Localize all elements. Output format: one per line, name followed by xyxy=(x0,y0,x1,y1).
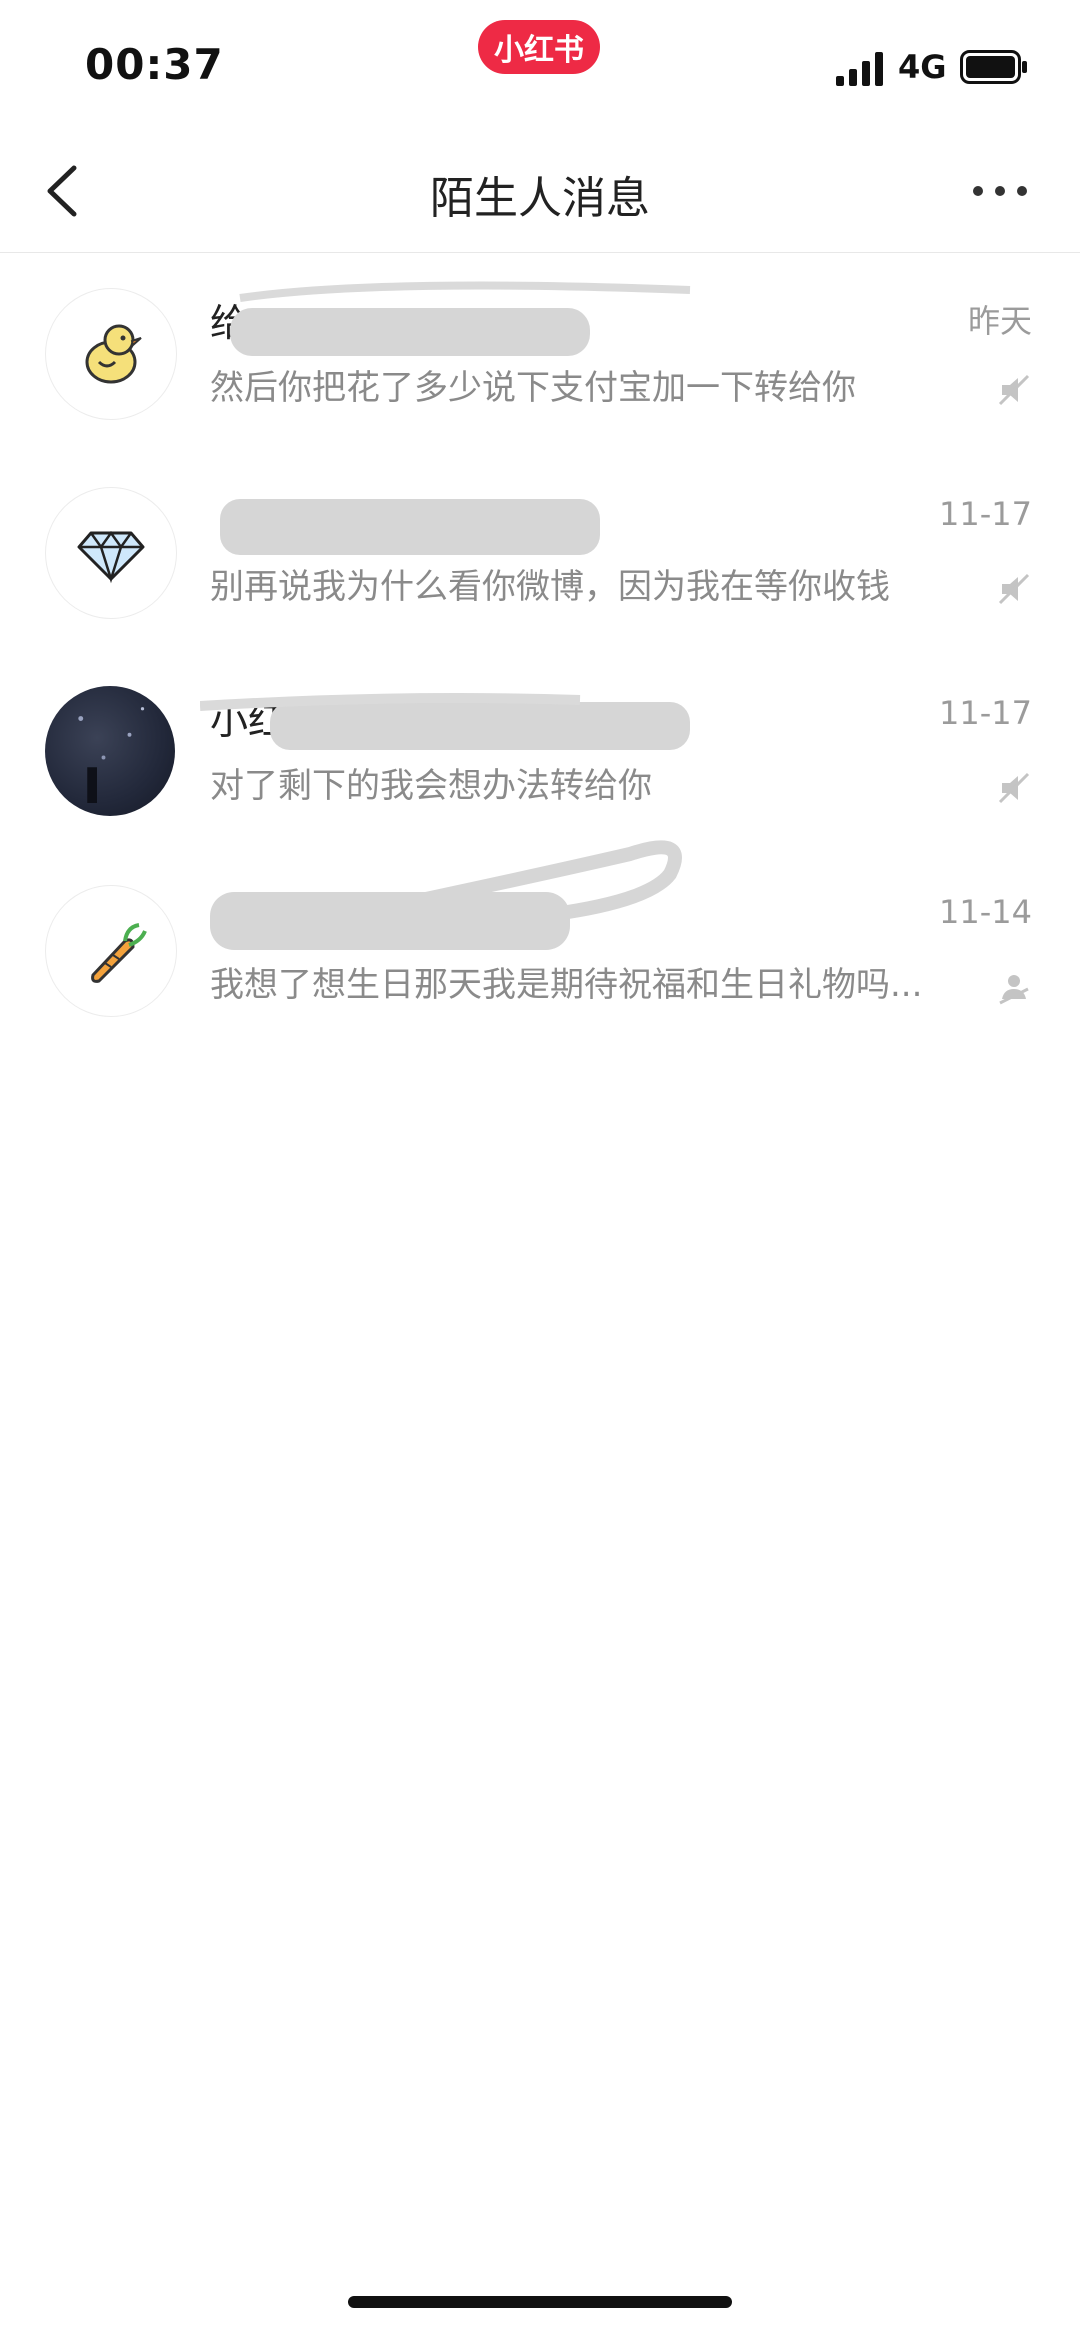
status-bar: 00:37 小红书 4G xyxy=(0,0,1080,130)
avatar[interactable] xyxy=(45,885,177,1017)
network-type: 4G xyxy=(898,48,947,86)
conversation-list: 给 然后你把花了多少说下支付宝加一下转给你 昨天 别再说我为什么看你微博，因为我… xyxy=(0,252,1080,1048)
message-preview: 对了剩下的我会想办法转给你 xyxy=(210,766,652,806)
message-time: 昨天 xyxy=(967,302,1032,340)
status-time: 00:37 xyxy=(85,40,224,89)
message-time: 11-17 xyxy=(939,694,1032,732)
list-item[interactable]: 别再说我为什么看你微博，因为我在等你收钱 11-17 xyxy=(0,451,1080,650)
avatar[interactable] xyxy=(45,288,177,420)
diamond-icon xyxy=(77,530,145,584)
message-preview: 我想了想生日那天我是期待祝福和生日礼物吗... xyxy=(210,965,923,1005)
signal-icon xyxy=(836,52,883,86)
redaction-scribble xyxy=(220,499,600,555)
redaction-scribble xyxy=(210,840,682,950)
more-icon[interactable] xyxy=(970,176,1030,206)
mute-icon xyxy=(998,374,1030,406)
nav-bar: 陌生人消息 xyxy=(0,130,1080,253)
carrot-icon xyxy=(91,923,147,983)
mute-icon xyxy=(998,573,1030,605)
photo-avatar-image xyxy=(78,707,145,803)
message-time: 11-17 xyxy=(939,495,1032,533)
chick-icon xyxy=(85,324,142,384)
photo-avatar[interactable] xyxy=(45,686,175,816)
screen: 00:37 小红书 4G 陌生人消息 给 然后你把花了多少说下支付宝加一下转给你… xyxy=(0,0,1080,2337)
message-preview: 别再说我为什么看你微博，因为我在等你收钱 xyxy=(210,567,890,607)
page-title: 陌生人消息 xyxy=(430,173,650,224)
battery-icon xyxy=(960,50,1027,84)
unfollow-icon xyxy=(999,975,1029,1005)
home-indicator[interactable] xyxy=(348,2296,732,2308)
message-time: 11-14 xyxy=(939,893,1032,931)
redaction-scribble xyxy=(200,693,690,750)
avatar[interactable] xyxy=(45,487,177,619)
message-preview: 然后你把花了多少说下支付宝加一下转给你 xyxy=(210,368,856,408)
mute-icon xyxy=(998,772,1030,804)
redaction-scribble xyxy=(230,281,691,356)
list-item[interactable]: 给 然后你把花了多少说下支付宝加一下转给你 昨天 xyxy=(0,252,1080,451)
list-item[interactable]: 小 我想了想生日那天我是期待祝福和生日礼物吗... 11-14 xyxy=(0,840,1080,1048)
app-badge: 小红书 xyxy=(478,20,600,74)
